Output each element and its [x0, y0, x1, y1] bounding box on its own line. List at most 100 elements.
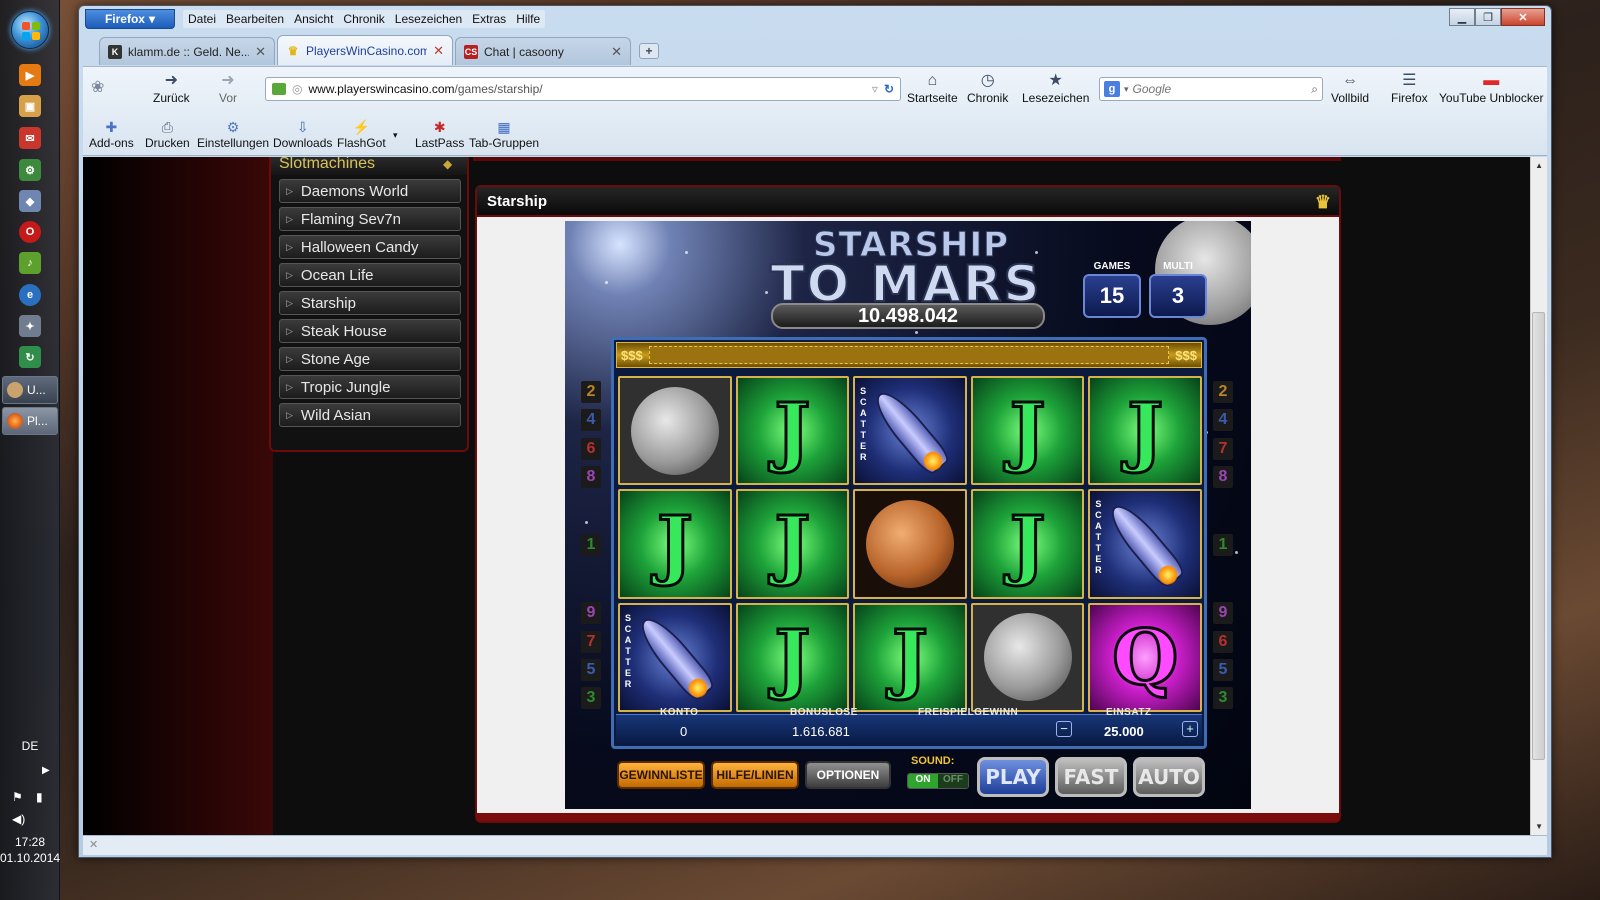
game-link-ocean-life[interactable]: ▷ Ocean Life — [279, 263, 461, 287]
payline-number[interactable]: 4 — [581, 409, 601, 431]
game-link-tropic-jungle[interactable]: ▷ Tropic Jungle — [279, 375, 461, 399]
payline-number[interactable]: 1 — [1213, 534, 1233, 556]
scroll-down-icon[interactable]: ▼ — [1535, 822, 1543, 831]
downloads-button[interactable]: ⇩ Downloads — [273, 118, 332, 150]
browser-app-icon[interactable]: e — [19, 284, 41, 306]
scroll-up-icon[interactable]: ▲ — [1535, 161, 1543, 170]
settings-button[interactable]: ⚙ Einstellungen — [197, 118, 269, 150]
payline-number[interactable]: 5 — [581, 659, 601, 681]
payline-number[interactable]: 3 — [581, 687, 601, 709]
menu-hilfe[interactable]: Hilfe — [511, 10, 545, 28]
menu-lesezeichen[interactable]: Lesezeichen — [390, 10, 467, 28]
search-magnifier-icon[interactable]: ⌕ — [1311, 82, 1318, 97]
firefox-menu-button[interactable]: Firefox ▾ — [85, 9, 175, 29]
scroll-thumb[interactable] — [1532, 312, 1545, 760]
close-tab-icon[interactable]: ✕ — [255, 44, 266, 60]
action-center-icon[interactable]: ⚑ — [12, 790, 23, 804]
system-clock[interactable]: 17:28 01.10.2014 — [0, 834, 60, 866]
volume-icon[interactable]: ◀) — [12, 812, 25, 826]
game-link-starship[interactable]: ▷ Starship — [279, 291, 461, 315]
tab-groups-button[interactable]: ▦ Tab-Gruppen — [469, 118, 539, 150]
network-signal-icon[interactable]: ▮ — [36, 790, 43, 804]
game-link-halloween-candy[interactable]: ▷ Halloween Candy — [279, 235, 461, 259]
payline-number[interactable]: 6 — [581, 438, 601, 460]
tool-app-icon[interactable]: ✦ — [19, 315, 41, 337]
payline-number[interactable]: 2 — [1213, 381, 1233, 403]
bookmarks-button[interactable]: ★ Lesezeichen — [1022, 71, 1089, 105]
bet-increase-button[interactable]: + — [1182, 721, 1198, 737]
mail-app-icon[interactable]: ✉ — [19, 127, 41, 149]
network-app-icon[interactable]: ⚙ — [19, 159, 41, 181]
photo-app-icon[interactable]: ▣ — [19, 95, 41, 117]
taskbar-task-u[interactable]: U... — [2, 376, 58, 404]
forward-button[interactable]: ➜ Vor — [219, 71, 237, 105]
media-player-icon[interactable]: ▶ — [19, 64, 41, 86]
close-addon-bar-icon[interactable]: ✕ — [89, 838, 98, 851]
back-button[interactable]: ➜ Zurück — [153, 71, 190, 105]
url-history-dropdown-icon[interactable]: ▿ — [872, 82, 878, 96]
taskbar-task-firefox[interactable]: Pl... — [2, 407, 58, 435]
sound-on-option[interactable]: ON — [908, 774, 938, 788]
menu-extras[interactable]: Extras — [467, 10, 511, 28]
addons-button[interactable]: ✚ Add-ons — [89, 118, 134, 150]
language-indicator[interactable]: DE — [0, 739, 60, 753]
flashgot-button[interactable]: ⚡ FlashGot — [337, 118, 386, 150]
youtube-unblocker-button[interactable]: ▬ YouTube Unblocker — [1439, 71, 1544, 105]
payline-number[interactable]: 3 — [1213, 687, 1233, 709]
tab-casoony-chat[interactable]: CS Chat | casoony ✕ — [455, 37, 631, 65]
hilfe-linien-button[interactable]: HILFE/LINIEN — [711, 761, 799, 789]
menu-bearbeiten[interactable]: Bearbeiten — [221, 10, 289, 28]
payline-number[interactable]: 5 — [1213, 659, 1233, 681]
close-window-button[interactable]: ✕ — [1501, 8, 1545, 26]
menu-chronik[interactable]: Chronik — [338, 10, 389, 28]
payline-number[interactable]: 6 — [1213, 631, 1233, 653]
tray-expand-icon[interactable]: ▶ — [42, 765, 50, 776]
payline-number[interactable]: 8 — [581, 466, 601, 488]
play-button[interactable]: PLAY — [977, 757, 1049, 797]
optionen-button[interactable]: OPTIONEN — [805, 761, 891, 789]
search-bar[interactable]: g ▾ ⌕ — [1099, 77, 1323, 101]
sound-toggle[interactable]: ON OFF — [907, 773, 969, 789]
search-input[interactable] — [1132, 82, 1308, 96]
sync-app-icon[interactable]: ↻ — [19, 346, 41, 368]
gewinnliste-button[interactable]: GEWINNLISTE — [617, 761, 705, 789]
payline-number[interactable]: 9 — [581, 602, 601, 624]
maximize-button[interactable]: ❐ — [1475, 8, 1501, 26]
payline-number[interactable]: 8 — [1213, 466, 1233, 488]
music-app-icon[interactable]: ♪ — [19, 252, 41, 274]
start-button[interactable] — [11, 11, 49, 49]
game-link-flaming-sev7n[interactable]: ▷ Flaming Sev7n — [279, 207, 461, 231]
fullscreen-button[interactable]: ⇔ Vollbild — [1331, 71, 1369, 105]
game-link-steak-house[interactable]: ▷ Steak House — [279, 319, 461, 343]
bet-decrease-button[interactable]: − — [1056, 721, 1072, 737]
history-button[interactable]: ◷ Chronik — [967, 71, 1008, 105]
payline-number[interactable]: 2 — [581, 381, 601, 403]
firefox-menu-toolbar-button[interactable]: ☰ Firefox — [1391, 71, 1428, 105]
fast-button[interactable]: FAST — [1055, 757, 1127, 797]
new-tab-button[interactable]: + — [639, 43, 659, 59]
menu-ansicht[interactable]: Ansicht — [289, 10, 338, 28]
close-tab-icon[interactable]: ✕ — [611, 44, 622, 60]
game-link-stone-age[interactable]: ▷ Stone Age — [279, 347, 461, 371]
extension-icon[interactable]: ❀ — [91, 77, 104, 97]
site-identity-icon[interactable]: ◎ — [292, 82, 302, 96]
remote-app-icon[interactable]: ◆ — [19, 190, 41, 212]
opera-icon[interactable]: O — [19, 221, 41, 243]
sound-off-option[interactable]: OFF — [938, 774, 968, 788]
minimize-button[interactable]: ▁ — [1449, 8, 1475, 26]
game-link-wild-asian[interactable]: ▷ Wild Asian — [279, 403, 461, 427]
menu-datei[interactable]: Datei — [183, 10, 221, 28]
tab-playerswincasino[interactable]: ♛ PlayersWinCasino.com ✕ — [277, 35, 453, 65]
payline-number[interactable]: 1 — [581, 534, 601, 556]
payline-number[interactable]: 7 — [581, 631, 601, 653]
payline-number[interactable]: 4 — [1213, 409, 1233, 431]
search-engine-dropdown-icon[interactable]: ▾ — [1124, 84, 1129, 95]
close-tab-icon[interactable]: ✕ — [433, 43, 444, 59]
payline-number[interactable]: 7 — [1213, 438, 1233, 460]
page-scrollbar[interactable]: ▲ ▼ — [1530, 157, 1547, 835]
game-link-daemons-world[interactable]: ▷ Daemons World — [279, 179, 461, 203]
url-bar[interactable]: ◎ www.playerswincasino.com/games/starshi… — [265, 77, 901, 101]
home-button[interactable]: ⌂ Startseite — [907, 71, 958, 105]
flashgot-dropdown-icon[interactable]: ▾ — [393, 130, 398, 141]
lastpass-button[interactable]: ✱ LastPass — [415, 118, 464, 150]
